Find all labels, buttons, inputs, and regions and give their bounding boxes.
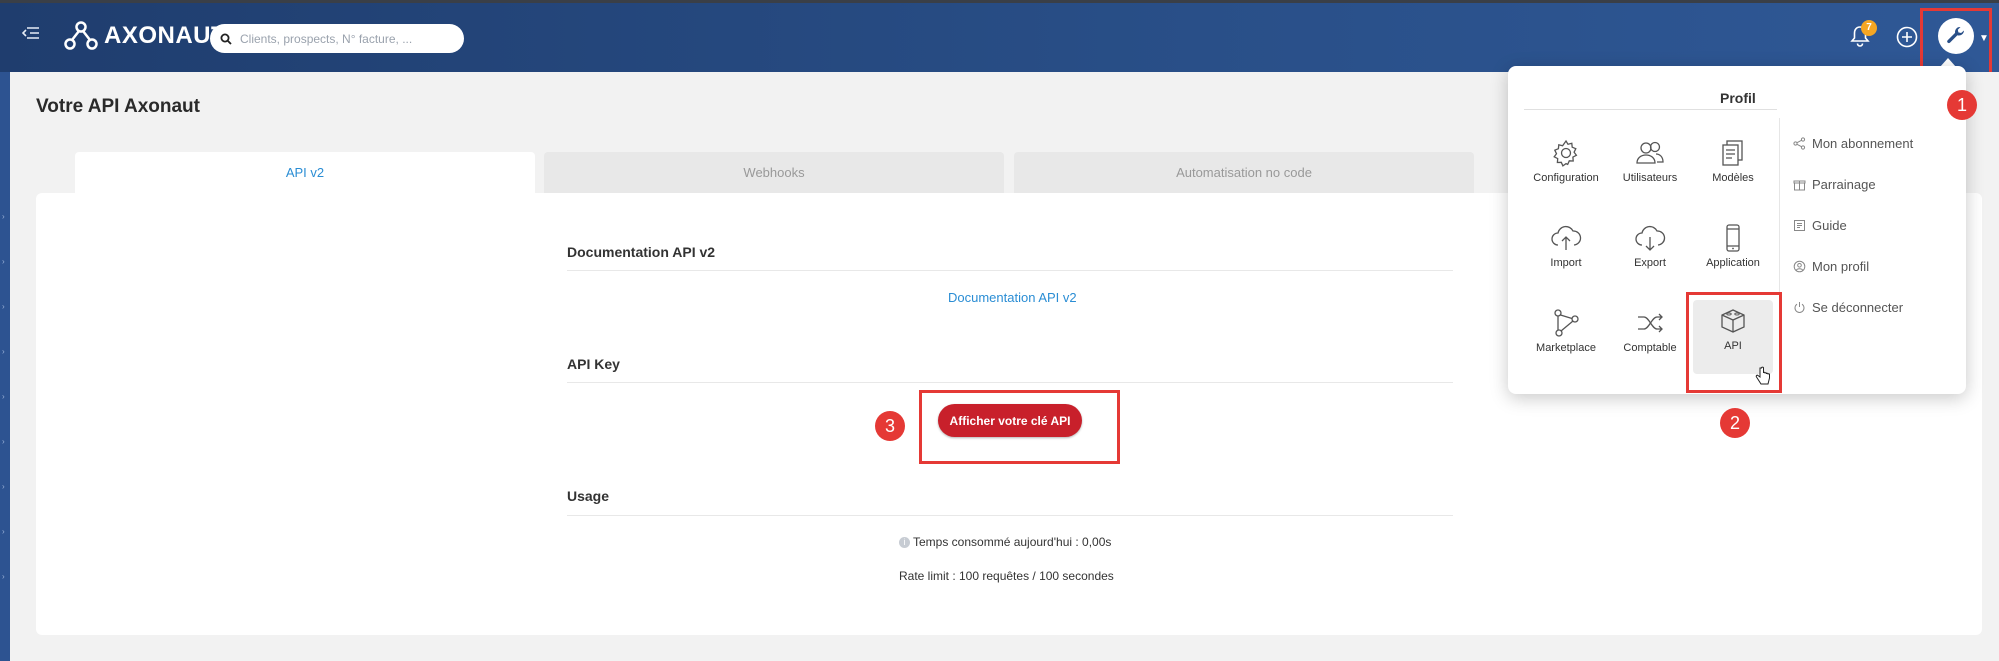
logo[interactable]: AXONAUT [64,20,226,52]
share-icon [1793,137,1806,150]
chevron-down-icon[interactable]: ▼ [1979,33,1989,44]
menu-item-label: Configuration [1533,172,1599,184]
gift-icon [1793,180,1806,191]
dropdown-title: Profil [1720,90,1756,106]
menu-item-modeles[interactable]: Modèles [1693,132,1773,204]
documentation-link[interactable]: Documentation API v2 [948,290,1077,305]
section-title-documentation: Documentation API v2 [567,244,716,260]
divider [567,382,1453,383]
menu-item-comptable[interactable]: Comptable [1610,302,1690,374]
link-mon-abonnement[interactable]: Mon abonnement [1793,136,1913,151]
search-input[interactable] [238,30,452,47]
side-link-label: Parrainage [1812,177,1876,192]
menu-item-label: Comptable [1623,342,1677,354]
mobile-icon [1726,224,1740,252]
page-title: Votre API Axonaut [36,96,200,117]
usage-rate-limit: Rate limit : 100 requêtes / 100 secondes [899,569,1114,583]
divider [567,515,1453,516]
shuffle-icon [1638,313,1663,333]
link-mon-profil[interactable]: Mon profil [1793,259,1869,274]
menu-item-configuration[interactable]: Configuration [1526,132,1606,204]
documents-icon [1722,140,1743,166]
nodes-icon [1554,309,1579,337]
usage-time-consumed: i Temps consommé aujourd'hui : 0,00s [899,535,1111,549]
time-consumed-text: Temps consommé aujourd'hui : 0,00s [913,535,1112,549]
section-title-api-key: API Key [567,356,620,372]
tab-webhooks[interactable]: Webhooks [544,152,1004,193]
menu-item-utilisateurs[interactable]: Utilisateurs [1610,132,1690,204]
menu-toggle-icon[interactable] [21,26,40,44]
side-link-label: Mon abonnement [1812,136,1914,151]
hand-cursor-icon [1755,366,1771,391]
divider [567,270,1453,271]
tab-automatisation[interactable]: Automatisation no code [1014,152,1474,193]
search-box[interactable] [210,24,464,53]
info-icon: i [899,537,910,548]
cloud-upload-icon [1551,225,1582,250]
menu-item-import[interactable]: Import [1526,217,1606,289]
gear-icon [1553,139,1578,167]
book-icon [1794,220,1805,231]
logo-text: AXONAUT [104,22,227,49]
menu-item-label: Marketplace [1536,342,1596,354]
menu-item-label: Application [1706,257,1760,269]
link-guide[interactable]: Guide [1793,218,1847,233]
menu-item-label: Utilisateurs [1622,172,1678,184]
power-icon [1794,302,1805,313]
menu-item-application[interactable]: Application [1693,217,1773,289]
menu-item-export[interactable]: Export [1610,217,1690,289]
settings-wrench-button[interactable] [1938,18,1974,54]
link-parrainage[interactable]: Parrainage [1793,177,1876,192]
menu-item-label: Import [1550,257,1582,269]
side-link-label: Guide [1812,218,1847,233]
section-title-usage: Usage [567,488,610,504]
menu-item-label: Export [1634,257,1666,269]
link-se-deconnecter[interactable]: Se déconnecter [1793,300,1903,315]
sidebar-strip: › › › › › › › › › [0,72,10,661]
step-marker-2: 2 [1720,408,1750,438]
add-plus-icon[interactable] [1896,26,1918,53]
divider [1524,109,1777,110]
notification-count-badge: 7 [1861,20,1877,36]
menu-item-marketplace[interactable]: Marketplace [1526,302,1606,374]
side-link-label: Se déconnecter [1812,300,1904,315]
users-icon [1636,141,1664,164]
search-icon [220,33,232,45]
logo-icon [64,21,98,50]
step-marker-3: 3 [875,411,905,441]
wrench-icon [1947,26,1964,44]
side-link-label: Mon profil [1812,259,1870,274]
cloud-download-icon [1635,225,1666,251]
step-marker-1: 1 [1947,90,1977,120]
show-api-key-button[interactable]: Afficher votre clé API [938,404,1082,437]
tab-api-v2[interactable]: API v2 [75,152,535,193]
menu-item-label: Modèles [1712,172,1754,184]
user-circle-icon [1793,260,1806,273]
